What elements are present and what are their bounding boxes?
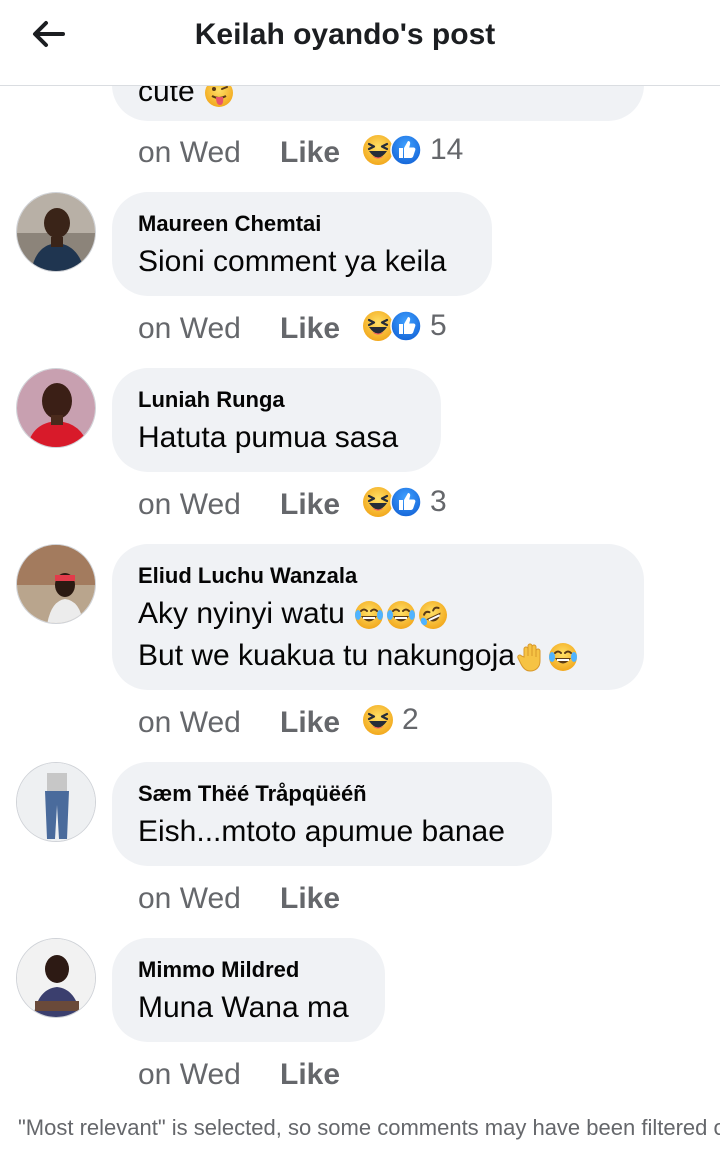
like-button[interactable]: Like: [280, 706, 340, 740]
comment-time[interactable]: on Wed: [138, 312, 241, 346]
comment-bubble[interactable]: Luniah Runga Hatuta pumua sasa: [112, 368, 441, 472]
filter-notice: "Most relevant" is selected, so some com…: [18, 1115, 720, 1140]
comments-feed[interactable]: cute on Wed Like 14 Maureen Chemtai Sion…: [0, 0, 720, 1157]
profile-photo: [17, 939, 95, 1017]
comment-author[interactable]: Maureen Chemtai: [138, 211, 321, 237]
reaction-count: 2: [402, 703, 419, 736]
thumbs-up-icon: [390, 310, 422, 342]
reaction-summary[interactable]: 14: [362, 130, 463, 170]
comment-time[interactable]: on Wed: [138, 1058, 241, 1092]
reaction-count: 5: [430, 309, 447, 342]
comment-bubble[interactable]: Eliud Luchu Wanzala Aky nyinyi watu But …: [112, 544, 644, 690]
comment-bubble[interactable]: Mimmo Mildred Muna Wana ma: [112, 938, 385, 1042]
comment-time[interactable]: on Wed: [138, 488, 241, 522]
comment-bubble[interactable]: Maureen Chemtai Sioni comment ya keila: [112, 192, 492, 296]
comment-text: Hatuta pumua sasa: [138, 421, 399, 454]
avatar[interactable]: [16, 368, 96, 448]
tears-of-joy-emoji-icon: [353, 599, 385, 631]
thumbs-up-icon: [390, 486, 422, 518]
like-button[interactable]: Like: [280, 136, 340, 170]
reaction-summary[interactable]: 2: [362, 700, 419, 740]
comment-author[interactable]: Mimmo Mildred: [138, 957, 299, 983]
page-title: Keilah oyando's post: [194, 18, 496, 51]
thumbs-up-icon: [390, 134, 422, 166]
avatar[interactable]: [16, 544, 96, 624]
like-button[interactable]: Like: [280, 882, 340, 916]
comment-time[interactable]: on Wed: [138, 882, 241, 916]
rolling-laughing-emoji-icon: [417, 599, 449, 631]
comment-text: Aky nyinyi watu: [138, 597, 345, 630]
comment-text: But we kuakua tu nakungoja: [138, 639, 515, 672]
raised-hand-emoji-icon: [515, 641, 547, 673]
profile-photo: [17, 193, 95, 271]
tears-of-joy-emoji-icon: [385, 599, 417, 631]
avatar[interactable]: [16, 938, 96, 1018]
comment-author[interactable]: Sæm Thëé Tråpqüëéñ: [138, 781, 367, 807]
comment-text: Eish...mtoto apumue banae: [138, 815, 505, 848]
post-header: Keilah oyando's post: [0, 0, 720, 86]
comment-text: Sioni comment ya keila: [138, 245, 447, 278]
avatar[interactable]: [16, 762, 96, 842]
like-button[interactable]: Like: [280, 312, 340, 346]
laughing-face-icon: [362, 704, 394, 736]
comment-author[interactable]: Luniah Runga: [138, 387, 285, 413]
like-button[interactable]: Like: [280, 488, 340, 522]
reaction-count: 3: [430, 485, 447, 518]
comment-time[interactable]: on Wed: [138, 136, 241, 170]
comment-text: Muna Wana ma: [138, 991, 349, 1024]
tears-of-joy-emoji-icon: [547, 641, 579, 673]
reaction-summary[interactable]: 5: [362, 306, 447, 346]
profile-photo: [17, 369, 95, 447]
comment-time[interactable]: on Wed: [138, 706, 241, 740]
comment-author[interactable]: Eliud Luchu Wanzala: [138, 563, 357, 589]
reaction-summary[interactable]: 3: [362, 482, 447, 522]
comment-bubble[interactable]: Sæm Thëé Tråpqüëéñ Eish...mtoto apumue b…: [112, 762, 552, 866]
reaction-count: 14: [430, 133, 464, 166]
profile-photo: [17, 545, 95, 623]
profile-photo: [17, 763, 95, 841]
avatar[interactable]: [16, 192, 96, 272]
like-button[interactable]: Like: [280, 1058, 340, 1092]
